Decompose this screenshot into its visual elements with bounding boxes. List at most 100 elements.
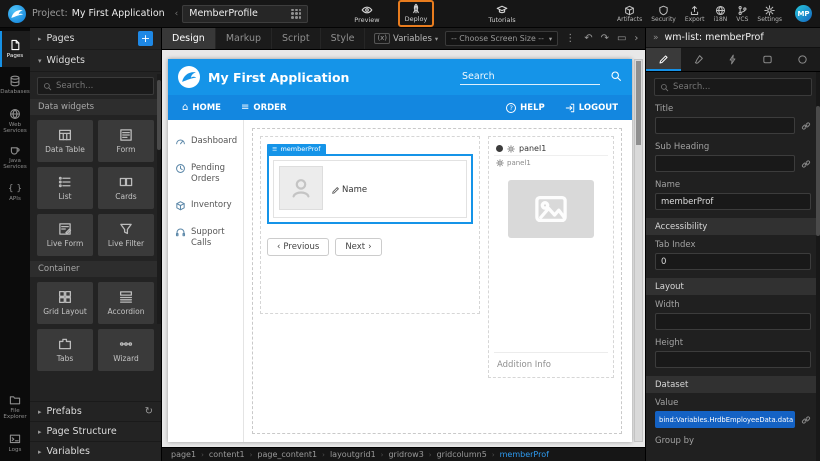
name-input[interactable]: [655, 193, 811, 210]
drag-handle-icon[interactable]: [496, 145, 503, 152]
bind-link-icon[interactable]: [801, 121, 811, 131]
settings-button[interactable]: Settings: [757, 5, 782, 23]
list-item-name[interactable]: Name: [331, 168, 367, 212]
properties-scrollbar[interactable]: [816, 72, 820, 461]
next-page-button[interactable]: Next ›: [335, 238, 381, 256]
scrollbar-thumb[interactable]: [816, 106, 820, 236]
tab-markup[interactable]: Markup: [216, 28, 272, 49]
grid-menu-icon[interactable]: [291, 9, 301, 19]
rail-item-databases[interactable]: Databases: [0, 67, 30, 103]
scrollbar-thumb[interactable]: [157, 80, 161, 150]
variables-button[interactable]: (x) Variables ▾: [374, 33, 438, 44]
tab-security[interactable]: [785, 48, 820, 71]
width-input[interactable]: [655, 313, 811, 330]
widget-tile-form[interactable]: Form: [98, 120, 154, 162]
tab-properties[interactable]: [646, 48, 681, 71]
collapse-panel-icon[interactable]: »: [653, 33, 659, 43]
widget-tile-accordion[interactable]: Accordion: [98, 282, 154, 324]
widget-tile-cards[interactable]: Cards: [98, 167, 154, 209]
breadcrumb-item-content1[interactable]: content1: [209, 450, 245, 459]
kebab-menu-icon[interactable]: ⋮: [565, 33, 575, 44]
breadcrumb-item-layoutgrid1[interactable]: layoutgrid1: [330, 450, 376, 459]
panel-widget[interactable]: panel1 panel1 Addition Info: [488, 136, 614, 378]
widget-tile-grid-layout[interactable]: Grid Layout: [37, 282, 93, 324]
rail-item-java-services[interactable]: Java Services: [0, 139, 30, 175]
menu-item-pending-orders[interactable]: Pending Orders: [168, 155, 243, 192]
artifacts-button[interactable]: Artifacts: [617, 5, 642, 23]
widget-tile-tabs[interactable]: Tabs: [37, 329, 93, 371]
breadcrumb-item-page-content1[interactable]: page_content1: [257, 450, 317, 459]
prefabs-section-header[interactable]: ▸ Prefabs ↻: [30, 401, 161, 421]
list-item[interactable]: Name: [273, 160, 467, 218]
canvas-scrollbar[interactable]: [634, 59, 643, 442]
tab-events[interactable]: [716, 48, 751, 71]
widget-search-input[interactable]: [56, 81, 148, 91]
pages-section-header[interactable]: ▸ Pages +: [30, 28, 161, 50]
chevron-right-icon[interactable]: ›: [634, 34, 638, 44]
nav-item-help[interactable]: ? HELP: [496, 95, 555, 120]
page-structure-section-header[interactable]: ▸ Page Structure: [30, 421, 161, 441]
redo-icon[interactable]: ↷: [601, 34, 609, 44]
title-input[interactable]: [655, 117, 795, 134]
panel-header[interactable]: panel1: [494, 142, 608, 156]
app-search-input[interactable]: [460, 69, 600, 85]
security-button[interactable]: Security: [651, 5, 676, 23]
rail-item-logs[interactable]: Logs: [0, 425, 30, 461]
chevron-left-icon[interactable]: ‹: [175, 9, 179, 19]
undo-icon[interactable]: ↶: [584, 34, 592, 44]
sub-heading-input[interactable]: [655, 155, 795, 172]
add-page-button[interactable]: +: [138, 31, 153, 46]
breadcrumb-item-memberprof[interactable]: memberProf: [500, 450, 549, 459]
menu-item-inventory[interactable]: Inventory: [168, 192, 243, 219]
properties-search-input[interactable]: [673, 82, 806, 92]
breadcrumb-item-gridcolumn5[interactable]: gridcolumn5: [437, 450, 487, 459]
value-binding[interactable]: bind:Variables.HrdbEmployeeData.data: [655, 411, 795, 428]
widgets-section-header[interactable]: ▾ Widgets: [30, 50, 161, 72]
rail-item-apis[interactable]: { } APIs: [0, 175, 30, 211]
search-icon[interactable]: [610, 70, 622, 82]
image-placeholder[interactable]: [508, 180, 594, 238]
height-input[interactable]: [655, 351, 811, 368]
bind-link-icon[interactable]: [801, 415, 811, 425]
i18n-button[interactable]: i18N: [713, 5, 727, 23]
tab-style[interactable]: Style: [321, 28, 366, 49]
variables-section-header[interactable]: ▸ Variables: [30, 441, 161, 461]
nav-item-home[interactable]: ⌂ HOME: [172, 95, 231, 120]
layout-grid-row[interactable]: ≡ memberProf: [252, 128, 622, 434]
left-panel-scrollbar[interactable]: [157, 74, 161, 324]
widget-tile-data-table[interactable]: Data Table: [37, 120, 93, 162]
breadcrumb-item-gridrow3[interactable]: gridrow3: [388, 450, 423, 459]
preview-button[interactable]: Preview: [354, 4, 379, 24]
export-button[interactable]: Export: [685, 5, 705, 23]
rail-item-web-services[interactable]: Web Services: [0, 103, 30, 139]
rail-item-pages[interactable]: Pages: [0, 31, 30, 67]
widget-tile-list[interactable]: List: [37, 167, 93, 209]
previous-page-button[interactable]: ‹ Previous: [267, 238, 329, 256]
nav-item-logout[interactable]: LOGOUT: [555, 95, 628, 120]
deploy-button[interactable]: Deploy: [398, 0, 435, 27]
vcs-button[interactable]: VCS: [736, 5, 748, 23]
page-tab-memberprofile[interactable]: MemberProfile: [182, 5, 308, 23]
member-list-widget[interactable]: Name: [267, 154, 473, 224]
widget-tile-live-form[interactable]: Live Form: [37, 214, 93, 256]
tutorials-button[interactable]: Tutorials: [488, 4, 515, 24]
tab-styles[interactable]: [681, 48, 716, 71]
widget-tile-wizard[interactable]: Wizard: [98, 329, 154, 371]
device-preview-icon[interactable]: ▭: [617, 34, 626, 44]
tab-layout[interactable]: [750, 48, 785, 71]
menu-item-dashboard[interactable]: Dashboard: [168, 128, 243, 155]
bind-link-icon[interactable]: [801, 159, 811, 169]
menu-item-support-calls[interactable]: Support Calls: [168, 219, 243, 256]
tab-design[interactable]: Design: [162, 28, 216, 49]
screen-size-select[interactable]: -- Choose Screen Size -- ▾: [445, 31, 558, 46]
nav-item-order[interactable]: ≡ ORDER: [231, 95, 297, 120]
scrollbar-thumb[interactable]: [636, 61, 641, 145]
user-avatar[interactable]: MP: [795, 5, 812, 22]
breadcrumb-item-page1[interactable]: page1: [171, 450, 196, 459]
grid-column-list[interactable]: ≡ memberProf: [260, 136, 480, 314]
rail-item-file-explorer[interactable]: File Explorer: [0, 389, 30, 425]
refresh-icon[interactable]: ↻: [145, 406, 153, 417]
selected-widget-tag[interactable]: ≡ memberProf: [267, 144, 326, 154]
tab-script[interactable]: Script: [272, 28, 321, 49]
tab-index-input[interactable]: [655, 253, 811, 270]
